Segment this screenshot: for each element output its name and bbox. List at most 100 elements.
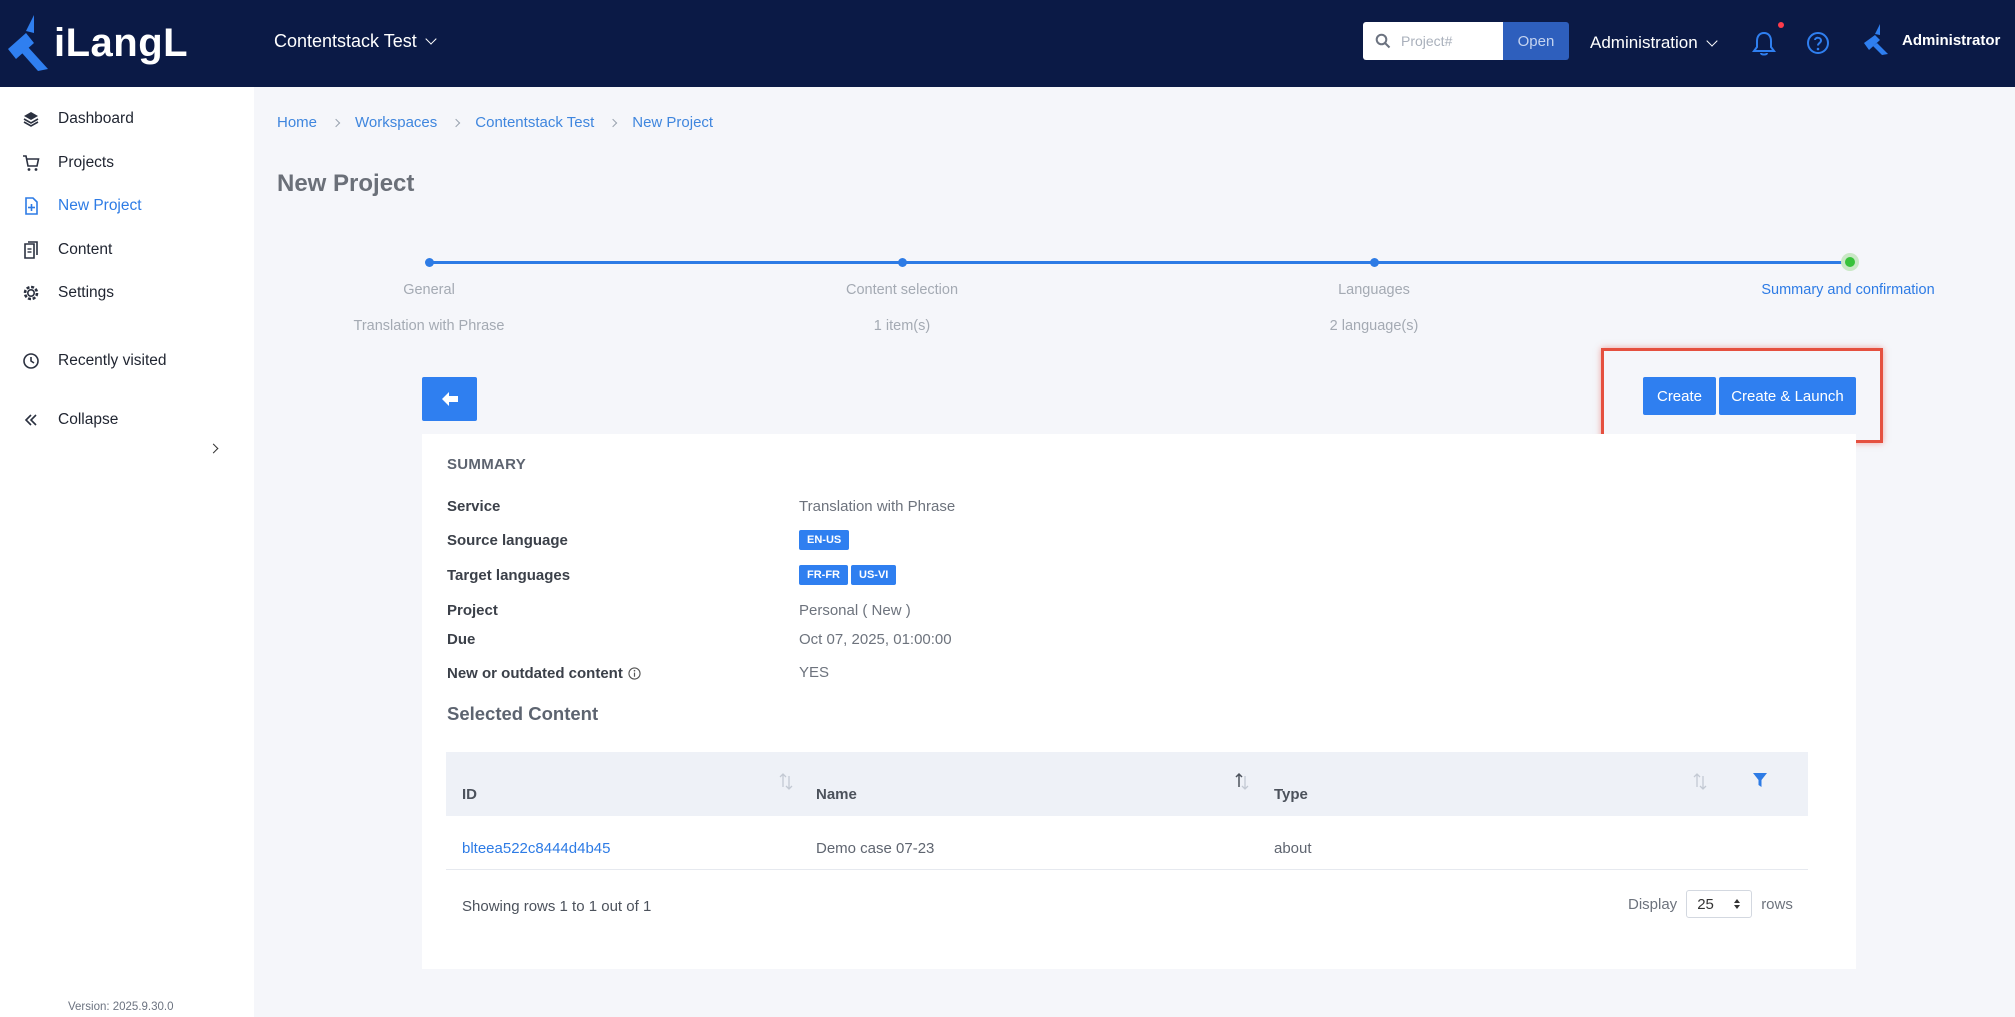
create-button[interactable]: Create xyxy=(1643,377,1716,415)
content-type: about xyxy=(1274,840,1312,857)
summary-heading: SUMMARY xyxy=(447,456,527,473)
sidebar-item-dashboard[interactable]: Dashboard xyxy=(22,110,134,128)
administration-menu[interactable]: Administration xyxy=(1590,33,1718,53)
info-icon[interactable] xyxy=(628,667,641,680)
administration-label: Administration xyxy=(1590,33,1698,52)
search-icon xyxy=(1375,33,1391,49)
sort-ascending-icon[interactable] xyxy=(1234,772,1250,792)
step-dot-content xyxy=(898,258,907,267)
due-label: Due xyxy=(447,631,476,648)
sidebar-item-label: Projects xyxy=(58,154,114,171)
project-number-input[interactable] xyxy=(1401,33,1501,49)
version-label: Version: 2025.9.30.0 xyxy=(68,1001,174,1013)
target-languages-value: FR-FR US-VI xyxy=(799,565,899,585)
layers-icon xyxy=(23,112,39,127)
workspace-selector[interactable]: Contentstack Test xyxy=(274,31,437,52)
breadcrumb-home[interactable]: Home xyxy=(277,114,317,131)
step-dot-general xyxy=(425,258,434,267)
user-menu[interactable]: Administrator xyxy=(1862,24,2000,56)
page-size-control: Display 25 rows xyxy=(1628,890,1793,918)
service-value: Translation with Phrase xyxy=(799,498,956,515)
content-id-link[interactable]: blteea522c8444d4b45 xyxy=(462,840,610,857)
breadcrumb-current[interactable]: New Project xyxy=(632,114,713,131)
step-dot-languages xyxy=(1370,258,1379,267)
arrow-left-icon xyxy=(441,392,458,406)
sidebar-item-label: Collapse xyxy=(58,411,119,428)
user-name: Administrator xyxy=(1902,31,2001,49)
create-and-launch-button[interactable]: Create & Launch xyxy=(1719,377,1856,415)
gear-icon xyxy=(23,285,39,301)
breadcrumb-workspaces[interactable]: Workspaces xyxy=(355,114,437,131)
sidebar-item-label: Content xyxy=(58,241,113,258)
documents-icon xyxy=(24,241,38,259)
sidebar-item-content[interactable]: Content xyxy=(22,241,112,259)
page-title: New Project xyxy=(277,170,415,197)
column-header-type[interactable]: Type xyxy=(1274,786,1308,803)
history-icon xyxy=(23,353,39,369)
source-language-label: Source language xyxy=(447,532,568,549)
sidebar-item-projects[interactable]: Projects xyxy=(22,154,114,172)
help-icon[interactable] xyxy=(1806,31,1830,55)
sidebar-item-collapse[interactable]: Collapse xyxy=(22,411,118,429)
sidebar-item-label: Recently visited xyxy=(58,352,167,369)
cart-icon xyxy=(23,155,40,171)
step-sub-general: Translation with Phrase xyxy=(353,318,505,334)
step-label-content[interactable]: Content selection xyxy=(846,282,958,298)
notification-dot xyxy=(1778,22,1784,28)
column-header-id[interactable]: ID xyxy=(462,786,477,803)
display-label: Display xyxy=(1628,895,1678,913)
bell-icon[interactable] xyxy=(1752,31,1776,57)
new-file-icon xyxy=(25,197,38,215)
project-search[interactable] xyxy=(1363,22,1503,60)
app-logo[interactable]: iLangL xyxy=(4,12,188,74)
step-label-general[interactable]: General xyxy=(403,282,455,298)
chevron-right-icon xyxy=(608,118,618,127)
language-tag: FR-FR xyxy=(799,565,848,585)
step-dot-summary xyxy=(1841,253,1859,271)
chevron-down-icon xyxy=(425,33,437,45)
sidebar-item-label: New Project xyxy=(58,197,142,214)
open-project-button[interactable]: Open xyxy=(1503,22,1569,60)
outdated-content-value: YES xyxy=(799,664,830,681)
back-button[interactable] xyxy=(422,377,477,421)
chevron-right-icon[interactable] xyxy=(208,443,219,454)
summary-card: SUMMARY Service Translation with Phrase … xyxy=(422,434,1856,969)
content-name: Demo case 07-23 xyxy=(816,840,935,857)
breadcrumb-workspace[interactable]: Contentstack Test xyxy=(475,114,594,131)
avatar-icon xyxy=(1864,24,1888,55)
top-bar: iLangL Contentstack Test Open Administra… xyxy=(0,0,2015,87)
table-row[interactable]: blteea522c8444d4b45 Demo case 07-23 abou… xyxy=(446,816,1808,870)
breadcrumb: Home Workspaces Contentstack Test New Pr… xyxy=(277,114,713,131)
filter-icon[interactable] xyxy=(1752,772,1768,788)
sidebar-item-label: Dashboard xyxy=(58,110,134,127)
logo-mark-icon xyxy=(8,15,48,71)
language-tag: EN-US xyxy=(799,530,850,550)
page-size-select[interactable]: 25 xyxy=(1686,890,1753,918)
page-size-value: 25 xyxy=(1697,895,1714,913)
sidebar-item-new-project[interactable]: New Project xyxy=(22,197,142,215)
step-label-languages[interactable]: Languages xyxy=(1338,282,1410,298)
sort-icon[interactable] xyxy=(778,772,794,792)
rows-label: rows xyxy=(1761,895,1793,913)
selected-content-heading: Selected Content xyxy=(447,703,599,724)
column-header-name[interactable]: Name xyxy=(816,786,857,803)
pagination-summary: Showing rows 1 to 1 out of 1 xyxy=(462,898,652,915)
sort-updown-icon xyxy=(1734,899,1741,909)
language-tag: US-VI xyxy=(851,565,897,585)
chevron-right-icon xyxy=(452,118,461,127)
logo-text: iLangL xyxy=(54,20,189,65)
workspace-name: Contentstack Test xyxy=(274,31,417,51)
stepper-line xyxy=(429,261,1849,264)
project-value: Personal ( New ) xyxy=(799,602,911,619)
sidebar-item-recently-visited[interactable]: Recently visited xyxy=(22,352,167,370)
sidebar-item-settings[interactable]: Settings xyxy=(22,284,114,302)
step-label-summary[interactable]: Summary and confirmation xyxy=(1761,282,1934,298)
sort-icon[interactable] xyxy=(1692,772,1708,792)
double-chevron-left-icon xyxy=(24,414,37,426)
source-language-value: EN-US xyxy=(799,530,852,550)
sidebar-item-label: Settings xyxy=(58,284,115,301)
due-value: Oct 07, 2025, 01:00:00 xyxy=(799,631,952,648)
step-sub-content: 1 item(s) xyxy=(873,318,931,334)
outdated-content-row: New or outdated content xyxy=(447,665,641,682)
target-languages-label: Target languages xyxy=(447,567,571,584)
